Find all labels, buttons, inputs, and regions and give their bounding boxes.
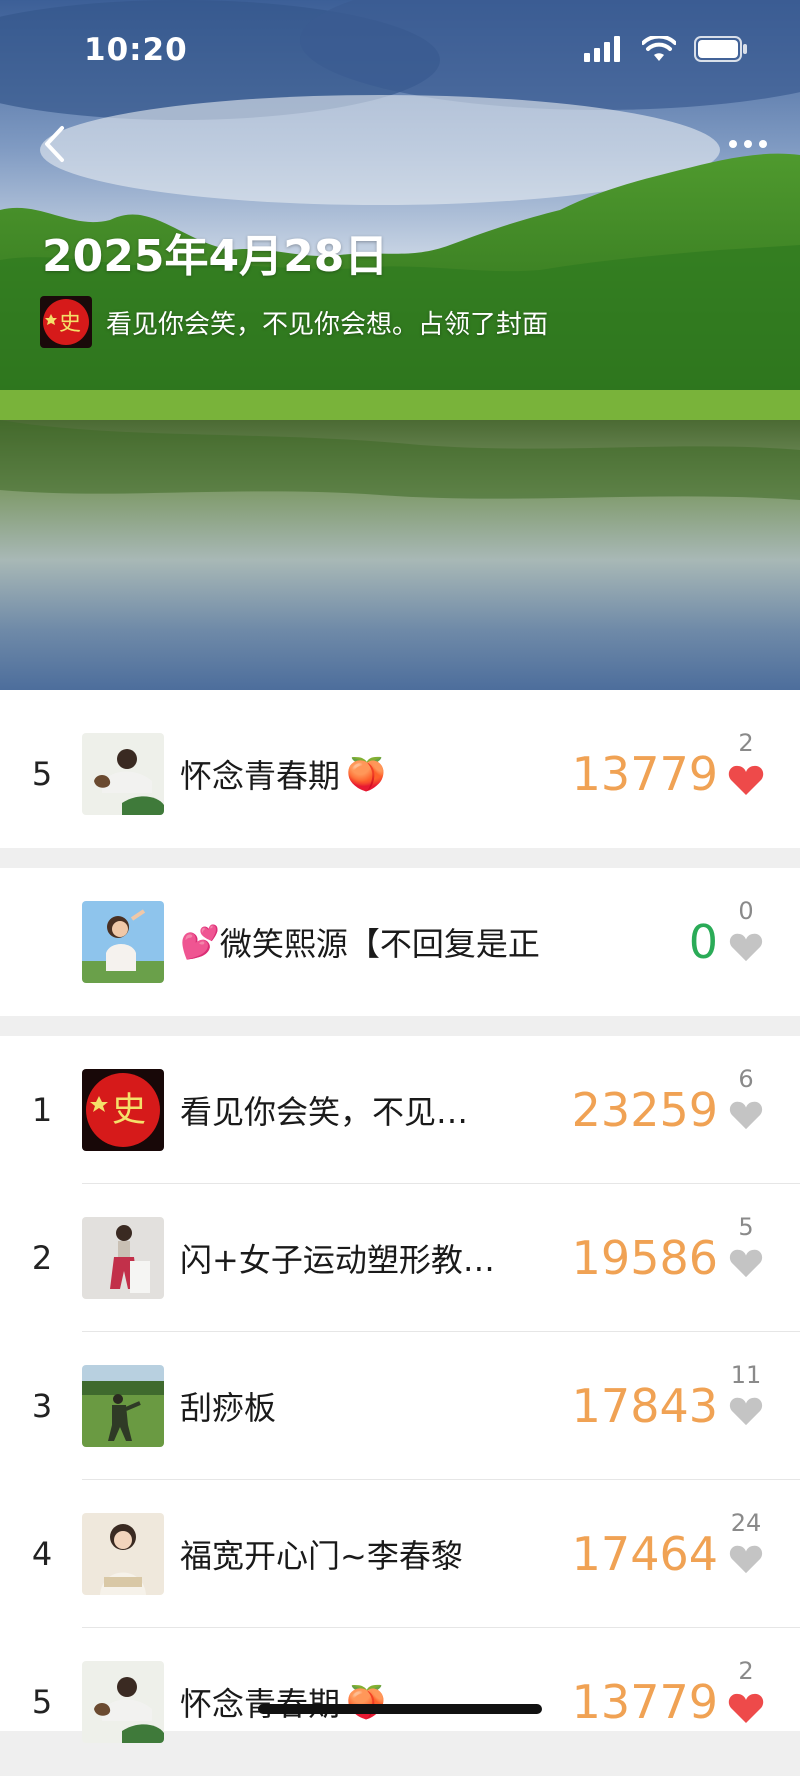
friend-card: 💕 微笑熙源【不回复是正… 0 0 <box>0 868 800 1016</box>
rank-number: 3 <box>31 1387 53 1425</box>
chevron-left-icon <box>45 126 64 162</box>
avatar-image <box>82 733 164 815</box>
like-control[interactable]: 0 <box>718 896 774 962</box>
status-icons <box>584 36 748 62</box>
heart-icon[interactable] <box>729 1248 763 1278</box>
user-name: 闪+女子运动塑形教… <box>180 1184 540 1332</box>
rank-number: 2 <box>31 1239 53 1277</box>
my-rank-row[interactable]: 5 怀念青春期 🍑 13779 2 <box>0 700 800 848</box>
user-name-text: 微笑熙源【不回复是正… <box>219 925 540 963</box>
more-button[interactable] <box>718 118 778 170</box>
like-count: 6 <box>738 1065 754 1093</box>
heart-icon[interactable] <box>729 1396 763 1426</box>
battery-icon <box>694 36 747 62</box>
like-count: 0 <box>738 897 754 925</box>
step-count: 0 <box>688 915 718 969</box>
user-name-text: 刮痧板 <box>180 1389 277 1427</box>
like-control[interactable]: 24 <box>718 1508 774 1574</box>
avatar[interactable]: 史 <box>82 1069 164 1151</box>
avatar[interactable] <box>82 733 164 815</box>
leaderboard-row[interactable]: 2 闪+女子运动塑形教… 19586 5 <box>0 1184 800 1332</box>
user-name: 怀念青春期 🍑 <box>180 1628 540 1776</box>
like-control[interactable]: 2 <box>718 1656 774 1724</box>
step-count: 17464 <box>571 1527 718 1581</box>
rank-number: 5 <box>31 1683 53 1721</box>
avatar[interactable] <box>82 1217 164 1299</box>
like-count: 2 <box>738 729 754 757</box>
user-name-text: 福宽开心门~李春黎 <box>180 1537 463 1575</box>
status-time: 10:20 <box>84 32 188 68</box>
like-control[interactable]: 6 <box>718 1064 774 1130</box>
cover-date: 2025年4月28日 <box>42 231 389 282</box>
cover-owner-avatar[interactable]: 史 <box>40 296 92 348</box>
like-control[interactable]: 5 <box>718 1212 774 1278</box>
avatar[interactable] <box>82 1365 164 1447</box>
step-count: 23259 <box>571 1083 718 1137</box>
rank-number: 1 <box>31 1091 53 1129</box>
user-name-text: 闪+女子运动塑形教… <box>180 1241 495 1279</box>
leaderboard-row[interactable]: 4 福宽开心门~李春黎 17464 24 <box>0 1480 800 1628</box>
rank-number: 4 <box>31 1535 53 1573</box>
user-name: 福宽开心门~李春黎 <box>180 1480 540 1628</box>
leaderboard-list: 1 史 看见你会笑，不见… 23259 6 2 闪+女子运动塑形教… 19586… <box>0 1036 800 1743</box>
like-count: 24 <box>730 1509 762 1537</box>
heart-emoji: 💕 <box>180 923 220 961</box>
avatar-image <box>82 1365 164 1447</box>
user-name: 看见你会笑，不见… <box>180 1036 540 1184</box>
user-name: 刮痧板 <box>180 1332 540 1480</box>
cover-owner[interactable]: 史 看见你会笑，不见你会想。占领了封面 <box>40 296 548 348</box>
like-count: 11 <box>730 1361 762 1389</box>
user-name: 怀念青春期 🍑 <box>180 700 540 848</box>
peach-emoji: 🍑 <box>346 1683 386 1721</box>
step-count: 13779 <box>571 1675 718 1729</box>
heart-icon[interactable] <box>729 1544 763 1574</box>
my-rank-card: 5 怀念青春期 🍑 13779 2 <box>0 700 800 848</box>
rank-number <box>24 868 60 1016</box>
heart-icon[interactable] <box>729 1100 763 1130</box>
leaderboard-row[interactable]: 1 史 看见你会笑，不见… 23259 6 <box>0 1036 800 1184</box>
cover-owner-text: 看见你会笑，不见你会想。占领了封面 <box>106 309 549 340</box>
heart-icon[interactable] <box>729 932 763 962</box>
avatar-image <box>82 1217 164 1299</box>
leaderboard-row[interactable]: 3 刮痧板 17843 11 <box>0 1332 800 1480</box>
friend-row[interactable]: 💕 微笑熙源【不回复是正… 0 0 <box>0 868 800 1016</box>
step-count: 17843 <box>571 1379 718 1433</box>
rank-number: 5 <box>31 755 53 793</box>
heart-icon[interactable] <box>728 1692 764 1724</box>
signal-icon <box>584 36 620 62</box>
user-name-text: 怀念青春期 <box>180 757 341 795</box>
like-control[interactable]: 11 <box>718 1360 774 1426</box>
wifi-icon <box>642 36 676 61</box>
back-button[interactable] <box>28 118 80 170</box>
avatar-glyph: 史 <box>59 311 81 336</box>
owner-avatar-image: 史 <box>40 296 92 348</box>
step-count: 13779 <box>571 747 718 801</box>
user-name-text: 看见你会笑，不见… <box>180 1093 469 1131</box>
like-count: 2 <box>738 1657 754 1685</box>
status-bar: 10:20 <box>0 0 800 110</box>
avatar[interactable] <box>82 901 164 983</box>
user-name: 💕 微笑熙源【不回复是正… <box>180 868 540 1016</box>
cover-image[interactable]: 10:20 2025年4月28日 史 看见你会笑，不见你会想。占领了封面 <box>0 0 800 700</box>
avatar-image <box>82 1513 164 1595</box>
user-name-text: 怀念青春期 <box>180 1679 340 1725</box>
avatar[interactable] <box>82 1513 164 1595</box>
more-dots-icon <box>729 140 767 148</box>
leaderboard-row[interactable]: 5 怀念青春期 🍑 13779 2 <box>0 1628 800 1776</box>
avatar-glyph: 史 <box>112 1090 146 1130</box>
home-indicator[interactable] <box>258 1704 542 1714</box>
step-count: 19586 <box>571 1231 718 1285</box>
like-control[interactable]: 2 <box>718 728 774 796</box>
heart-icon[interactable] <box>728 764 764 796</box>
avatar-image <box>82 901 164 983</box>
peach-emoji: 🍑 <box>346 755 386 793</box>
avatar-image: 史 <box>82 1069 164 1151</box>
like-count: 5 <box>738 1213 754 1241</box>
